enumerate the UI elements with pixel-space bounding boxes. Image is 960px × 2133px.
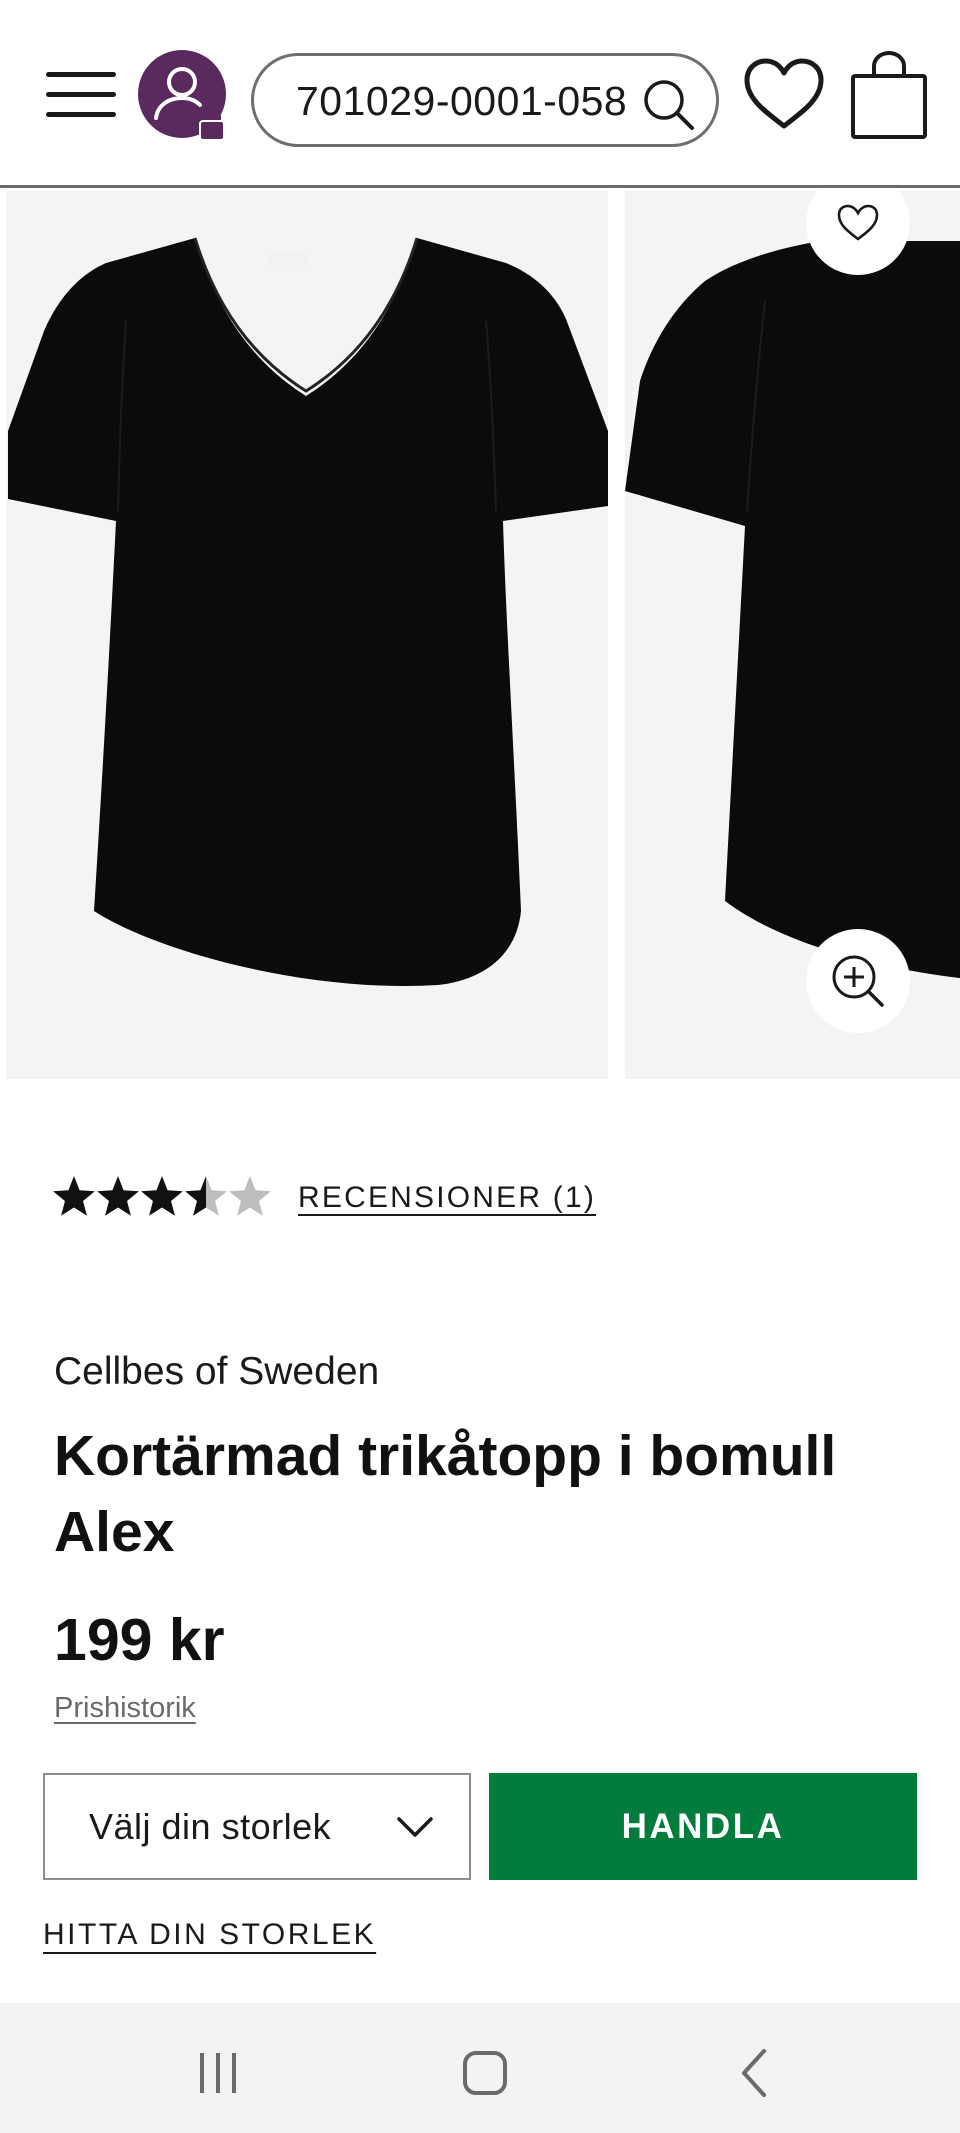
heart-icon [837,204,879,241]
home-icon[interactable] [455,2043,515,2103]
buy-button[interactable]: HANDLA [489,1773,917,1880]
rating-star [97,1176,139,1216]
system-navigation-bar [0,2003,960,2133]
star-rating [53,1176,271,1216]
lock-icon [199,108,225,141]
size-select-label: Välj din storlek [89,1806,332,1847]
product-image-front[interactable] [6,191,608,1079]
back-icon[interactable] [726,2043,786,2103]
recent-apps-icon[interactable] [188,2043,248,2103]
search-input[interactable] [296,74,646,128]
price-history-link[interactable]: Prishistorik [54,1692,196,1725]
rating-star [53,1176,95,1216]
product-title: Kortärmad trikåtopp i bomull Alex [54,1424,837,1564]
search-icon[interactable] [640,76,696,132]
wishlist-heart-icon[interactable] [743,58,825,132]
chevron-down-icon [397,1817,433,1837]
site-header [0,0,960,188]
product-gallery[interactable] [0,191,960,1079]
find-size-link[interactable]: HITTA DIN STORLEK [43,1918,376,1952]
tshirt-front-image [8,237,608,986]
product-price: 199 kr [54,1607,225,1673]
rating-star [141,1176,183,1216]
zoom-button[interactable] [806,929,910,1033]
add-to-wishlist-button[interactable] [806,191,910,275]
menu-button[interactable] [46,70,118,120]
search-bar [251,53,719,147]
product-brand[interactable]: Cellbes of Sweden [54,1350,379,1394]
zoom-in-icon [832,955,884,1007]
shopping-bag-icon[interactable] [850,50,928,140]
rating-star [229,1176,271,1216]
size-select[interactable]: Välj din storlek [43,1773,471,1880]
reviews-link[interactable]: RECENSIONER (1) [298,1181,596,1215]
rating-star [185,1176,227,1216]
